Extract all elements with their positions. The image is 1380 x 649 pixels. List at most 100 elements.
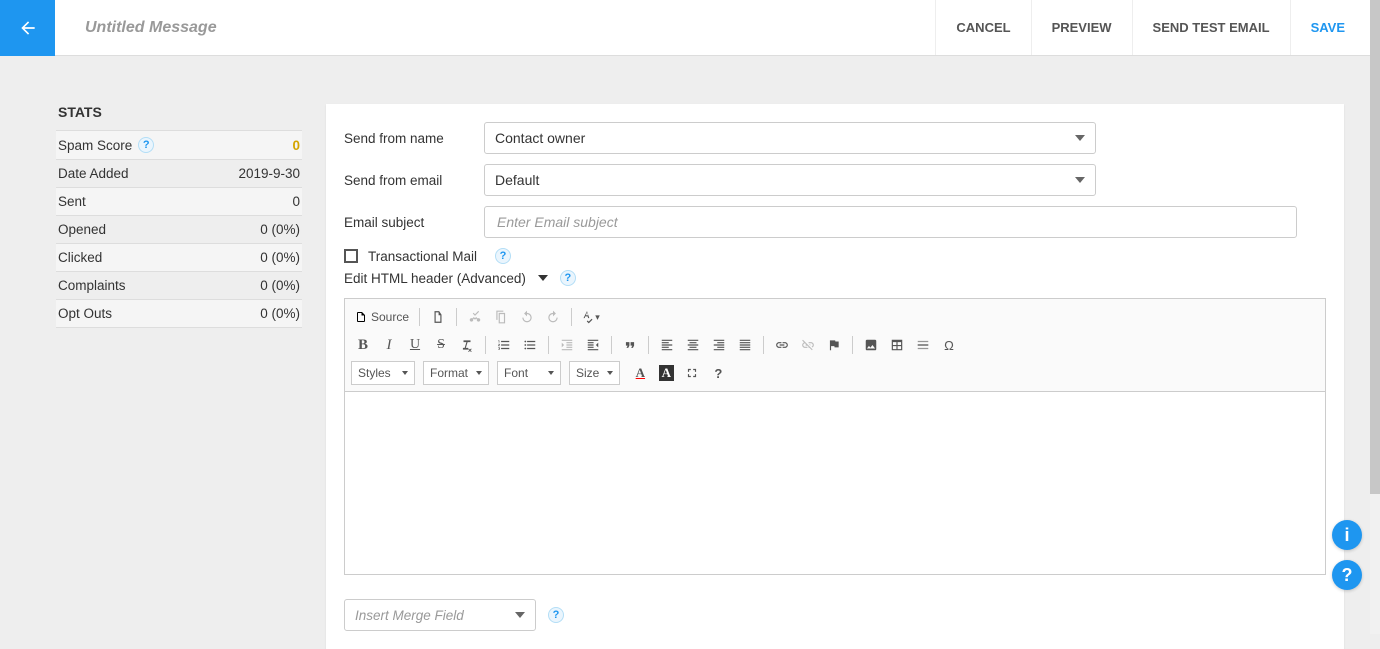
redo-button[interactable] [541, 305, 565, 329]
indent-icon [586, 338, 600, 352]
outdent-icon [560, 338, 574, 352]
remove-format-button[interactable] [455, 333, 479, 357]
cancel-button[interactable]: CANCEL [935, 0, 1030, 55]
editor-body[interactable] [345, 392, 1325, 574]
new-page-button[interactable] [426, 305, 450, 329]
from-email-select[interactable]: Default [484, 164, 1096, 196]
text-color-button[interactable]: A [628, 361, 652, 385]
transactional-checkbox[interactable] [344, 249, 358, 263]
subject-input[interactable] [484, 206, 1297, 238]
separator [456, 308, 457, 326]
ordered-list-button[interactable] [492, 333, 516, 357]
bold-button[interactable]: B [351, 333, 375, 357]
advanced-header-row[interactable]: Edit HTML header (Advanced) ? [344, 270, 1326, 286]
strike-button[interactable]: S [429, 333, 453, 357]
ul-icon [523, 338, 537, 352]
bg-color-button[interactable]: A [654, 361, 678, 385]
maximize-icon [685, 366, 699, 380]
font-select[interactable]: Font [497, 361, 561, 385]
source-button[interactable]: Source [351, 305, 413, 329]
stats-value: 0 (0%) [260, 278, 300, 293]
stats-value: 0 [292, 194, 300, 209]
link-icon [775, 338, 789, 352]
stats-label: Opened [58, 222, 106, 237]
help-icon[interactable]: ? [560, 270, 576, 286]
remove-format-icon [460, 338, 474, 352]
align-right-button[interactable] [707, 333, 731, 357]
chevron-down-icon [515, 612, 525, 618]
format-select[interactable]: Format [423, 361, 489, 385]
info-button[interactable]: i [1332, 520, 1362, 550]
from-email-label: Send from email [344, 173, 484, 188]
from-email-row: Send from email Default [344, 164, 1326, 196]
image-button[interactable] [859, 333, 883, 357]
indent-button[interactable] [581, 333, 605, 357]
unordered-list-button[interactable] [518, 333, 542, 357]
hr-icon [916, 338, 930, 352]
from-name-select[interactable]: Contact owner [484, 122, 1096, 154]
size-select[interactable]: Size [569, 361, 620, 385]
blockquote-button[interactable] [618, 333, 642, 357]
stats-row-opened: Opened 0 (0%) [56, 216, 302, 244]
page-title: Untitled Message [85, 19, 217, 37]
stats-row-sent: Sent 0 [56, 188, 302, 216]
scrollbar[interactable] [1370, 0, 1380, 634]
anchor-button[interactable] [822, 333, 846, 357]
about-button[interactable]: ? [706, 361, 730, 385]
underline-button[interactable]: U [403, 333, 427, 357]
undo-button[interactable] [515, 305, 539, 329]
hr-button[interactable] [911, 333, 935, 357]
stats-label: Complaints [58, 278, 126, 293]
styles-select[interactable]: Styles [351, 361, 415, 385]
help-icon[interactable]: ? [138, 137, 154, 153]
preview-button[interactable]: PREVIEW [1031, 0, 1132, 55]
help-icon[interactable]: ? [548, 607, 564, 623]
unlink-button[interactable] [796, 333, 820, 357]
subject-label: Email subject [344, 215, 484, 230]
spellcheck-button[interactable]: ▾ [578, 305, 602, 329]
stats-label: Date Added [58, 166, 129, 181]
cut-icon [468, 310, 482, 324]
maximize-button[interactable] [680, 361, 704, 385]
table-icon [890, 338, 904, 352]
rich-text-editor: Source ▾ B I [344, 298, 1326, 575]
cut-button[interactable] [463, 305, 487, 329]
chevron-down-icon [607, 371, 613, 375]
stats-table: Spam Score ? 0 Date Added 2019-9-30 Sent… [56, 130, 302, 328]
transactional-label: Transactional Mail [368, 249, 477, 264]
separator [571, 308, 572, 326]
subject-row: Email subject [344, 206, 1326, 238]
table-button[interactable] [885, 333, 909, 357]
stats-row-spam-score: Spam Score ? 0 [56, 130, 302, 160]
image-icon [864, 338, 878, 352]
arrow-left-icon [18, 18, 38, 38]
back-button[interactable] [0, 0, 55, 56]
align-right-icon [712, 338, 726, 352]
align-justify-icon [738, 338, 752, 352]
align-justify-button[interactable] [733, 333, 757, 357]
stats-row-complaints: Complaints 0 (0%) [56, 272, 302, 300]
header: Untitled Message CANCEL PREVIEW SEND TES… [0, 0, 1380, 56]
outdent-button[interactable] [555, 333, 579, 357]
stats-value: 2019-9-30 [238, 166, 300, 181]
scrollbar-thumb[interactable] [1370, 0, 1380, 494]
italic-button[interactable]: I [377, 333, 401, 357]
ol-icon [497, 338, 511, 352]
separator [548, 336, 549, 354]
stats-panel: STATS Spam Score ? 0 Date Added 2019-9-3… [56, 104, 302, 649]
help-icon[interactable]: ? [495, 248, 511, 264]
copy-button[interactable] [489, 305, 513, 329]
align-left-button[interactable] [655, 333, 679, 357]
link-button[interactable] [770, 333, 794, 357]
quote-icon [623, 338, 637, 352]
chevron-down-icon [538, 275, 548, 281]
align-center-button[interactable] [681, 333, 705, 357]
save-button[interactable]: SAVE [1290, 0, 1380, 55]
redo-icon [546, 310, 560, 324]
special-char-button[interactable]: Ω [937, 333, 961, 357]
send-test-button[interactable]: SEND TEST EMAIL [1132, 0, 1290, 55]
merge-field-select[interactable]: Insert Merge Field [344, 599, 536, 631]
help-button[interactable]: ? [1332, 560, 1362, 590]
editor-toolbar: Source ▾ B I [345, 299, 1325, 392]
chevron-down-icon [402, 371, 408, 375]
